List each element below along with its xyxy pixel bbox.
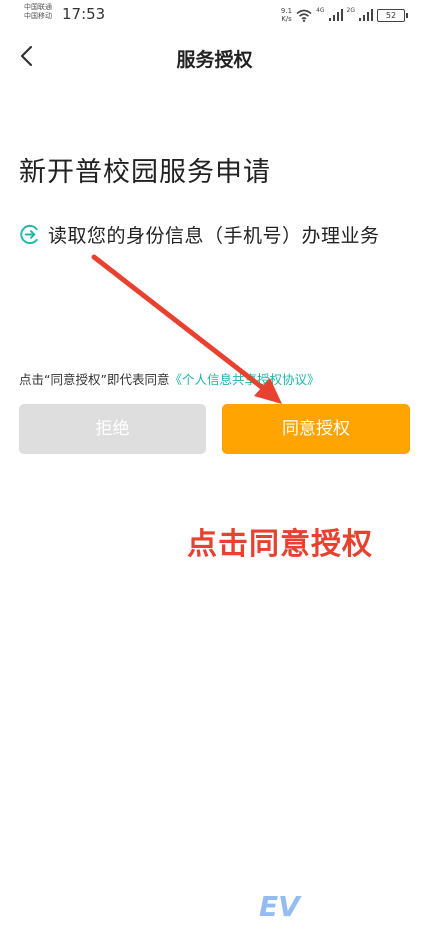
permission-text: 读取您的身份信息（手机号）办理业务 — [48, 225, 380, 247]
battery-level: 52 — [385, 10, 397, 20]
agreement-notice: 点击“同意授权”即代表同意《个人信息共享授权协议》 — [19, 369, 319, 388]
permission-item: 读取您的身份信息（手机号）办理业务 — [19, 221, 380, 248]
carrier-labels: 中国联通 中国移动 — [24, 3, 52, 21]
signal-2-tag: 2G — [346, 6, 355, 14]
status-icons: 9.1 K/s 4G 2G 52 — [281, 6, 408, 24]
wifi-icon — [296, 9, 312, 22]
signal-1-tag: 4G — [316, 6, 325, 14]
page-title: 服务授权 — [176, 49, 253, 71]
network-speed-value: 9.1 — [280, 7, 293, 15]
agree-button[interactable]: 同意授权 — [222, 404, 410, 454]
battery-icon: 52 — [377, 8, 408, 22]
network-speed-unit: K/s — [281, 15, 292, 23]
reject-button[interactable]: 拒绝 — [19, 404, 206, 454]
signal-2-icon — [359, 9, 373, 21]
arrow-right-circle-icon — [20, 224, 38, 245]
annotation-arrow — [91, 254, 282, 404]
nav-bar: 服务授权 — [0, 34, 429, 78]
carrier-2: 中国移动 — [24, 12, 52, 20]
carrier-1: 中国联通 — [24, 3, 52, 11]
signal-1-icon — [328, 9, 343, 21]
agreement-prefix: 点击“同意授权”即代表同意 — [19, 372, 170, 387]
agreement-link[interactable]: 《个人信息共享授权协议》 — [169, 372, 319, 387]
annotation-text: 点击同意授权 — [187, 527, 373, 562]
service-heading: 新开普校园服务申请 — [19, 157, 271, 188]
status-bar: 中国联通 中国移动 17:53 9.1 K/s 4G 2G 52 — [0, 0, 429, 34]
watermark-logo: EV — [259, 890, 300, 923]
network-speed: 9.1 K/s — [281, 7, 292, 23]
clock: 17:53 — [62, 5, 106, 23]
